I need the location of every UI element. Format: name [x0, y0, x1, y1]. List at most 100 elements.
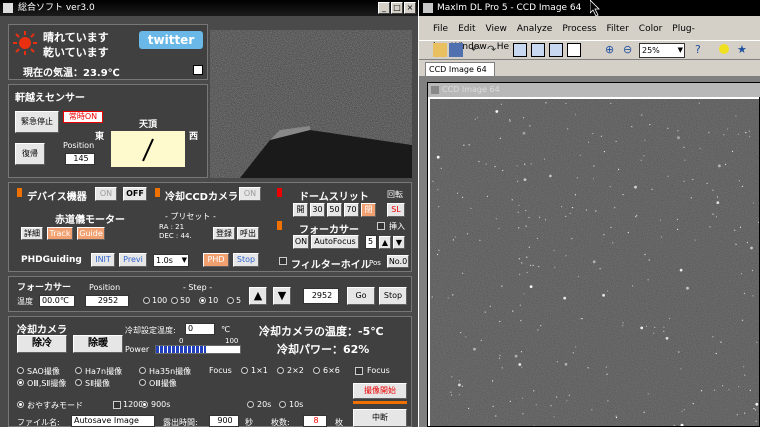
star	[550, 405, 552, 407]
focuser-position-input[interactable]: 2952	[85, 295, 129, 307]
sleep-mode-radio[interactable]	[17, 401, 24, 408]
menu-edit[interactable]: Edit	[458, 24, 475, 34]
info-icon[interactable]	[549, 43, 563, 57]
bin-1-radio[interactable]	[241, 367, 248, 374]
star	[755, 420, 757, 422]
phd-init-button[interactable]: INIT	[91, 253, 115, 267]
menu-analyze[interactable]: Analyze	[517, 24, 552, 34]
bin-2-radio[interactable]	[277, 367, 284, 374]
phd-stop-button[interactable]: Stop	[233, 253, 259, 267]
screen-icon[interactable]	[531, 43, 545, 57]
star	[478, 160, 480, 163]
star	[565, 215, 567, 217]
image-icon[interactable]	[513, 43, 527, 57]
restore-button[interactable]: 復帰	[15, 143, 45, 165]
device-off-button[interactable]: OFF	[123, 187, 147, 201]
filename-input[interactable]: Autosave Image	[71, 415, 155, 427]
track-button[interactable]: Track	[47, 227, 73, 240]
redo-icon[interactable]: ↷	[487, 43, 501, 57]
down-arrow-icon[interactable]: ▼	[393, 236, 405, 249]
menu-file[interactable]: File	[433, 24, 448, 34]
step-100-radio[interactable]	[143, 297, 150, 304]
step-50-radio[interactable]	[171, 297, 178, 304]
menu-process[interactable]: Process	[562, 24, 596, 34]
open-icon[interactable]	[433, 43, 447, 57]
step-10-radio[interactable]	[199, 297, 206, 304]
insert-checkbox[interactable]	[377, 222, 385, 230]
dome-30-button[interactable]: 30	[310, 203, 325, 217]
star	[568, 394, 570, 396]
always-on-badge[interactable]: 常時ON	[63, 111, 103, 123]
mode-ha7-radio[interactable]	[75, 367, 82, 374]
bin-6-radio[interactable]	[313, 367, 320, 374]
setpoint-input[interactable]: 0	[185, 323, 215, 335]
mount-detail-button[interactable]: 詳細	[21, 227, 43, 240]
ccd-on-button[interactable]: ON	[239, 187, 261, 201]
count-input[interactable]: 8	[303, 415, 327, 427]
save-icon[interactable]	[449, 43, 463, 57]
dome-sl-button[interactable]: SL	[387, 203, 405, 217]
step-50-label: 50	[180, 296, 191, 305]
phd-exposure-select[interactable]: 1.0s ▼	[153, 254, 189, 267]
doc-icon[interactable]	[567, 43, 581, 57]
mode-sao-radio[interactable]	[17, 367, 24, 374]
phd-previ-button[interactable]: Previ	[119, 253, 147, 267]
preset-recall-button[interactable]: 呼出	[237, 227, 259, 240]
start-capture-button[interactable]: 撮像開始	[353, 383, 407, 399]
dome-50-button[interactable]: 50	[327, 203, 342, 217]
phd-button[interactable]: PHD	[203, 253, 229, 267]
exposure-input[interactable]: 900	[209, 415, 239, 427]
t900-radio[interactable]	[141, 401, 148, 408]
step-5-radio[interactable]	[227, 297, 234, 304]
undo-icon[interactable]: ↶	[471, 43, 485, 57]
twitter-logo[interactable]: twitter	[139, 31, 203, 49]
zoom-in-icon[interactable]: ⊕	[605, 43, 619, 57]
star-tool-icon[interactable]: ★	[737, 43, 751, 57]
minimize-button[interactable]: _	[378, 2, 390, 14]
mode-o3s2-radio[interactable]	[17, 379, 24, 386]
menu-view[interactable]: View	[486, 24, 507, 34]
cool-button[interactable]: 除冷	[17, 335, 67, 353]
focuser-on-button[interactable]: ON	[293, 235, 309, 249]
guide-button[interactable]: Guide	[77, 227, 105, 240]
tab-ccd-image[interactable]: CCD Image 64	[425, 62, 495, 76]
menu-color[interactable]: Color	[639, 24, 663, 34]
filter-checkbox[interactable]	[279, 257, 287, 265]
maximize-button[interactable]: □	[391, 2, 403, 14]
zoom-select[interactable]: 25% ▼	[639, 43, 685, 58]
device-on-button[interactable]: ON	[95, 187, 117, 201]
focuser-up-icon[interactable]: ▲	[249, 287, 267, 305]
emergency-stop-button[interactable]: 緊急停止	[15, 111, 59, 133]
star	[461, 385, 463, 387]
warm-button[interactable]: 除暖	[73, 335, 123, 353]
t1200-checkbox[interactable]	[113, 401, 121, 409]
dome-close-button[interactable]: 閉	[361, 203, 376, 217]
weather-check[interactable]	[193, 65, 203, 75]
weather-humidity: 乾いています	[43, 46, 109, 59]
mode-s2-radio[interactable]	[75, 379, 82, 386]
menu-filter[interactable]: Filter	[606, 24, 628, 34]
dome-70-button[interactable]: 70	[344, 203, 359, 217]
t10-radio[interactable]	[279, 401, 286, 408]
filter-no-button[interactable]: No.0	[387, 255, 409, 268]
focuser-stop-button[interactable]: Stop	[379, 287, 407, 305]
roof-position-value[interactable]: 145	[65, 153, 95, 165]
sun-tool-icon[interactable]	[719, 44, 729, 54]
t20-radio[interactable]	[247, 401, 254, 408]
autofocus-value[interactable]: 5	[365, 235, 377, 249]
zoom-out-icon[interactable]: ⊖	[623, 43, 637, 57]
mode-o3-radio[interactable]	[139, 379, 146, 386]
focus-checkbox[interactable]	[355, 367, 363, 375]
focuser-down-icon[interactable]: ▼	[273, 287, 291, 305]
star	[540, 325, 542, 327]
focuser-go-button[interactable]: Go	[347, 287, 375, 305]
preset-register-button[interactable]: 登録	[213, 227, 235, 240]
close-button[interactable]: ×	[404, 2, 416, 14]
up-arrow-icon[interactable]: ▲	[379, 236, 391, 249]
star	[595, 210, 597, 212]
help-pointer-icon[interactable]: ?	[695, 43, 709, 57]
dome-open-button[interactable]: 開	[293, 203, 308, 217]
abort-button[interactable]: 中断	[353, 409, 407, 427]
autofocus-button[interactable]: AutoFocus	[311, 235, 359, 249]
mode-ha35-radio[interactable]	[139, 367, 146, 374]
